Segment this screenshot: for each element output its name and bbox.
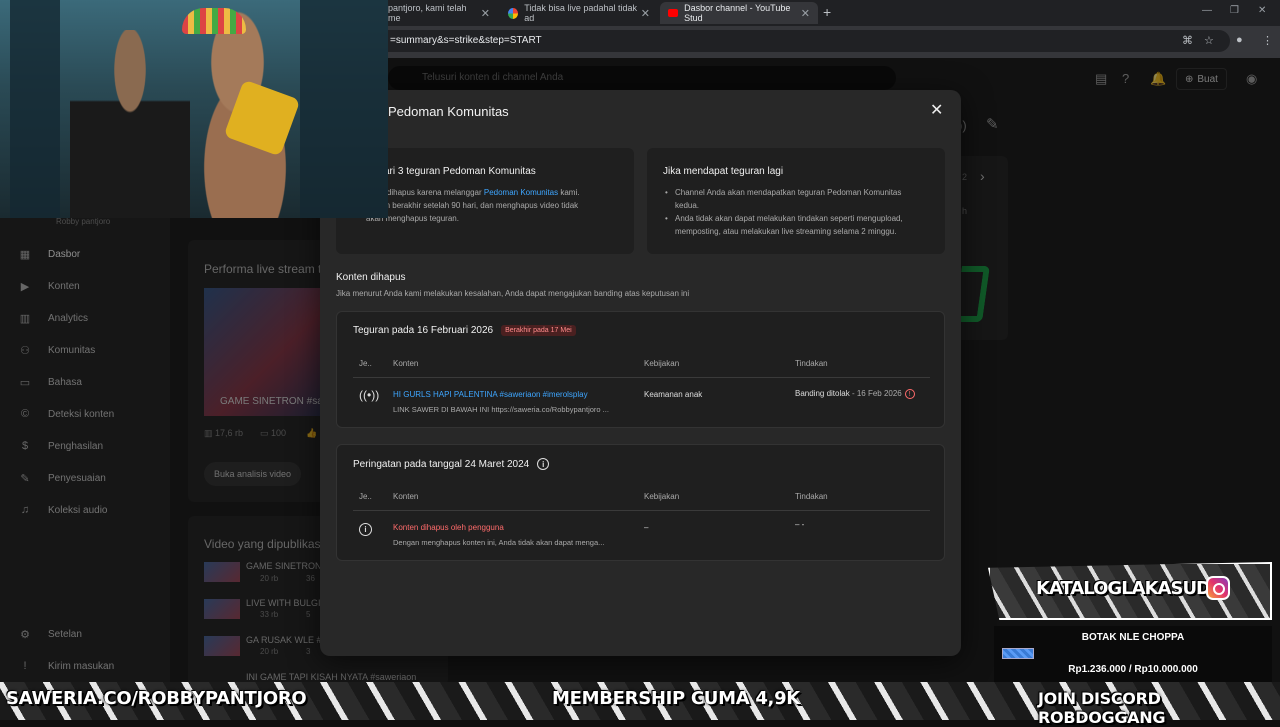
close-icon[interactable]: ✕ [930,100,943,120]
next-strike-list: Channel Anda akan mendapatkan teguran Pe… [663,186,925,238]
webcam-background [10,0,60,218]
appeal-date: - 16 Feb 2026 [849,389,902,399]
translate-icon[interactable]: ⌘ [1182,34,1193,47]
warning-content-title: Konten dihapus oleh pengguna [393,523,504,532]
col-header-action: Tindakan [795,492,828,501]
close-tab-icon[interactable]: ✕ [481,7,490,20]
katalog-text: KATALOGLAKASUD [1036,578,1211,599]
new-tab-icon[interactable]: + [823,4,831,20]
url-text: =summary&s=strike&step=START [390,35,542,46]
next-strike-card: Jika mendapat teguran lagi Channel Anda … [647,148,945,254]
warning-type-icon: i [359,521,372,536]
strike-info-text: n akan berakhir setelah 90 hari, dan men… [366,201,579,210]
dialog-title: Pedoman Komunitas [388,104,509,119]
browser-tab[interactable]: pantjoro, kami telah me ✕ [380,2,498,24]
youtube-icon [668,9,679,17]
donation-goal-title: BOTAK NLE CHOPPA [1081,632,1185,643]
col-header-policy: Kebijakan [644,492,680,501]
next-strike-title: Jika mendapat teguran lagi [663,166,784,177]
close-window-icon[interactable]: ✕ [1258,5,1266,16]
saweria-text: SAWERIA.CO/ROBBYPANTJORO [6,688,307,709]
url-field[interactable]: =summary&s=strike&step=START [370,30,1230,52]
live-broadcast-icon: ((•)) [359,388,380,402]
warning-heading-row: Peringatan pada tanggal 24 Maret 2024 i [353,458,550,470]
google-icon [508,7,519,19]
strike-info-body: Anda dihapus karena melanggar Pedoman Ko… [366,186,630,225]
bookmark-star-icon[interactable]: ☆ [1204,34,1214,47]
guidelines-link[interactable]: Pedoman Komunitas [484,188,558,197]
warning-heading: Peringatan pada tanggal 24 Maret 2024 [353,458,530,470]
info-icon[interactable]: i [537,458,550,470]
warning-card: Peringatan pada tanggal 24 Maret 2024 i … [336,444,945,561]
divider [353,377,930,378]
appeal-status: Banding ditolak [795,389,850,399]
close-tab-icon[interactable]: ✕ [641,7,650,20]
donation-goal-progress [1002,648,1034,659]
donation-goal-amount: Rp1.236.000 / Rp10.000.000 [1068,664,1198,675]
warning-policy: – [644,523,649,532]
webcam-overlay [0,0,388,218]
divider [353,510,930,511]
strike-action: Banding ditolak - 16 Feb 2026! [795,389,915,399]
membership-text: MEMBERSHIP CUMA 4,9K [552,688,800,709]
strike-video-title[interactable]: HI GURLS HAPI PALENTINA #saweriaon #imer… [393,390,588,399]
menu-kebab-icon[interactable]: ⋮ [1262,34,1273,47]
col-header-content: Konten [393,359,419,368]
col-header-policy: Kebijakan [644,359,680,368]
strike-video-description: LINK SAWER DI BAWAH INI https://saweria.… [393,405,609,414]
removed-content-subtitle: Jika menurut Anda kami melakukan kesalah… [336,289,690,298]
tab-label: Tidak bisa live padahal tidak ad [524,3,637,23]
tab-label: pantjoro, kami telah me [388,3,467,23]
warning-content-description: Dengan menghapus konten ini, Anda tidak … [393,538,605,547]
next-strike-bullet: Anda tidak akan dapat melakukan tindakan… [663,212,925,238]
removed-content-title: Konten dihapus [336,272,406,283]
strike-info-title: ari 3 teguran Pedoman Komunitas [384,166,536,177]
strike-info-text: kami. [558,188,580,197]
strike-card: Teguran pada 16 Februari 2026 Berakhir p… [336,311,945,428]
col-header-type: Je.. [359,359,372,368]
browser-tab-active[interactable]: Dasbor channel - YouTube Stud ✕ [660,2,818,24]
strike-heading: Teguran pada 16 Februari 2026 [353,325,494,336]
strike-policy: Keamanan anak [644,390,703,399]
next-strike-bullet: Channel Anda akan mendapatkan teguran Pe… [663,186,925,212]
profile-icon[interactable]: ● [1236,34,1243,46]
browser-tab[interactable]: Tidak bisa live padahal tidak ad ✕ [500,2,658,24]
col-header-action: Tindakan [795,359,828,368]
minimize-icon[interactable]: — [1202,5,1212,16]
community-guidelines-dialog: Pedoman Komunitas ✕ ari 3 teguran Pedoma… [320,90,961,656]
knit-cap [182,8,246,34]
col-header-content: Konten [393,492,419,501]
warning-action: – - [795,520,805,529]
strike-info-text: akan menghapus teguran. [366,214,459,223]
strike-heading-row: Teguran pada 16 Februari 2026 Berakhir p… [353,325,576,336]
discord-text: JOIN DISCORD ROBDOGGANG [1038,689,1166,727]
close-tab-icon[interactable]: ✕ [801,7,810,20]
tab-label: Dasbor channel - YouTube Stud [684,3,791,23]
instagram-icon [1206,576,1230,600]
expiry-badge: Berakhir pada 17 Mei [501,325,576,336]
error-info-icon[interactable]: ! [904,389,915,399]
maximize-icon[interactable]: ❐ [1230,5,1239,16]
col-header-type: Je.. [359,492,372,501]
